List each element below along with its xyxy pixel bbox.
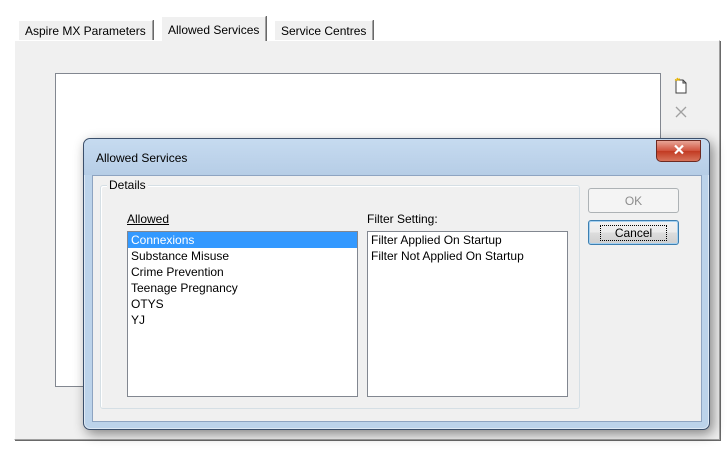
ok-button[interactable]: OK (588, 188, 679, 213)
new-button[interactable] (670, 77, 692, 97)
dialog-client-area: Details Allowed Connexions Substance Mis… (92, 175, 702, 422)
tab-allowed-services[interactable]: Allowed Services (161, 16, 267, 41)
cancel-button-label: Cancel (599, 224, 668, 241)
dialog-title: Allowed Services (96, 151, 188, 165)
tab-label: Allowed Services (168, 23, 260, 37)
list-item[interactable]: Filter Applied On Startup (368, 232, 567, 248)
list-item[interactable]: OTYS (128, 296, 357, 312)
list-item[interactable]: Crime Prevention (128, 264, 357, 280)
allowed-services-dialog: Allowed Services Details Allowed Connexi… (83, 138, 710, 430)
list-item[interactable]: Substance Misuse (128, 248, 357, 264)
filter-setting-label: Filter Setting: (367, 212, 438, 226)
tab-aspire-mx-parameters[interactable]: Aspire MX Parameters (18, 20, 153, 41)
delete-x-icon (673, 104, 689, 123)
filter-setting-listbox[interactable]: Filter Applied On Startup Filter Not App… (367, 231, 568, 397)
close-button[interactable] (656, 140, 701, 162)
close-x-icon (673, 144, 685, 158)
list-item[interactable]: Connexions (128, 232, 357, 248)
details-groupbox: Details Allowed Connexions Substance Mis… (100, 178, 580, 409)
new-document-icon (672, 77, 690, 98)
tab-service-centres[interactable]: Service Centres (274, 20, 374, 41)
list-item[interactable]: Filter Not Applied On Startup (368, 248, 567, 264)
list-item[interactable]: Teenage Pregnancy (128, 280, 357, 296)
tab-label: Aspire MX Parameters (25, 24, 146, 38)
tab-label: Service Centres (281, 24, 367, 38)
delete-button[interactable] (670, 103, 692, 123)
allowed-label: Allowed (127, 212, 170, 226)
ok-button-label: OK (624, 193, 643, 208)
allowed-listbox[interactable]: Connexions Substance Misuse Crime Preven… (127, 231, 358, 397)
dialog-titlebar[interactable]: Allowed Services (84, 139, 709, 175)
details-group-label: Details (107, 178, 148, 192)
list-item[interactable]: YJ (128, 312, 357, 328)
cancel-button[interactable]: Cancel (588, 220, 679, 245)
